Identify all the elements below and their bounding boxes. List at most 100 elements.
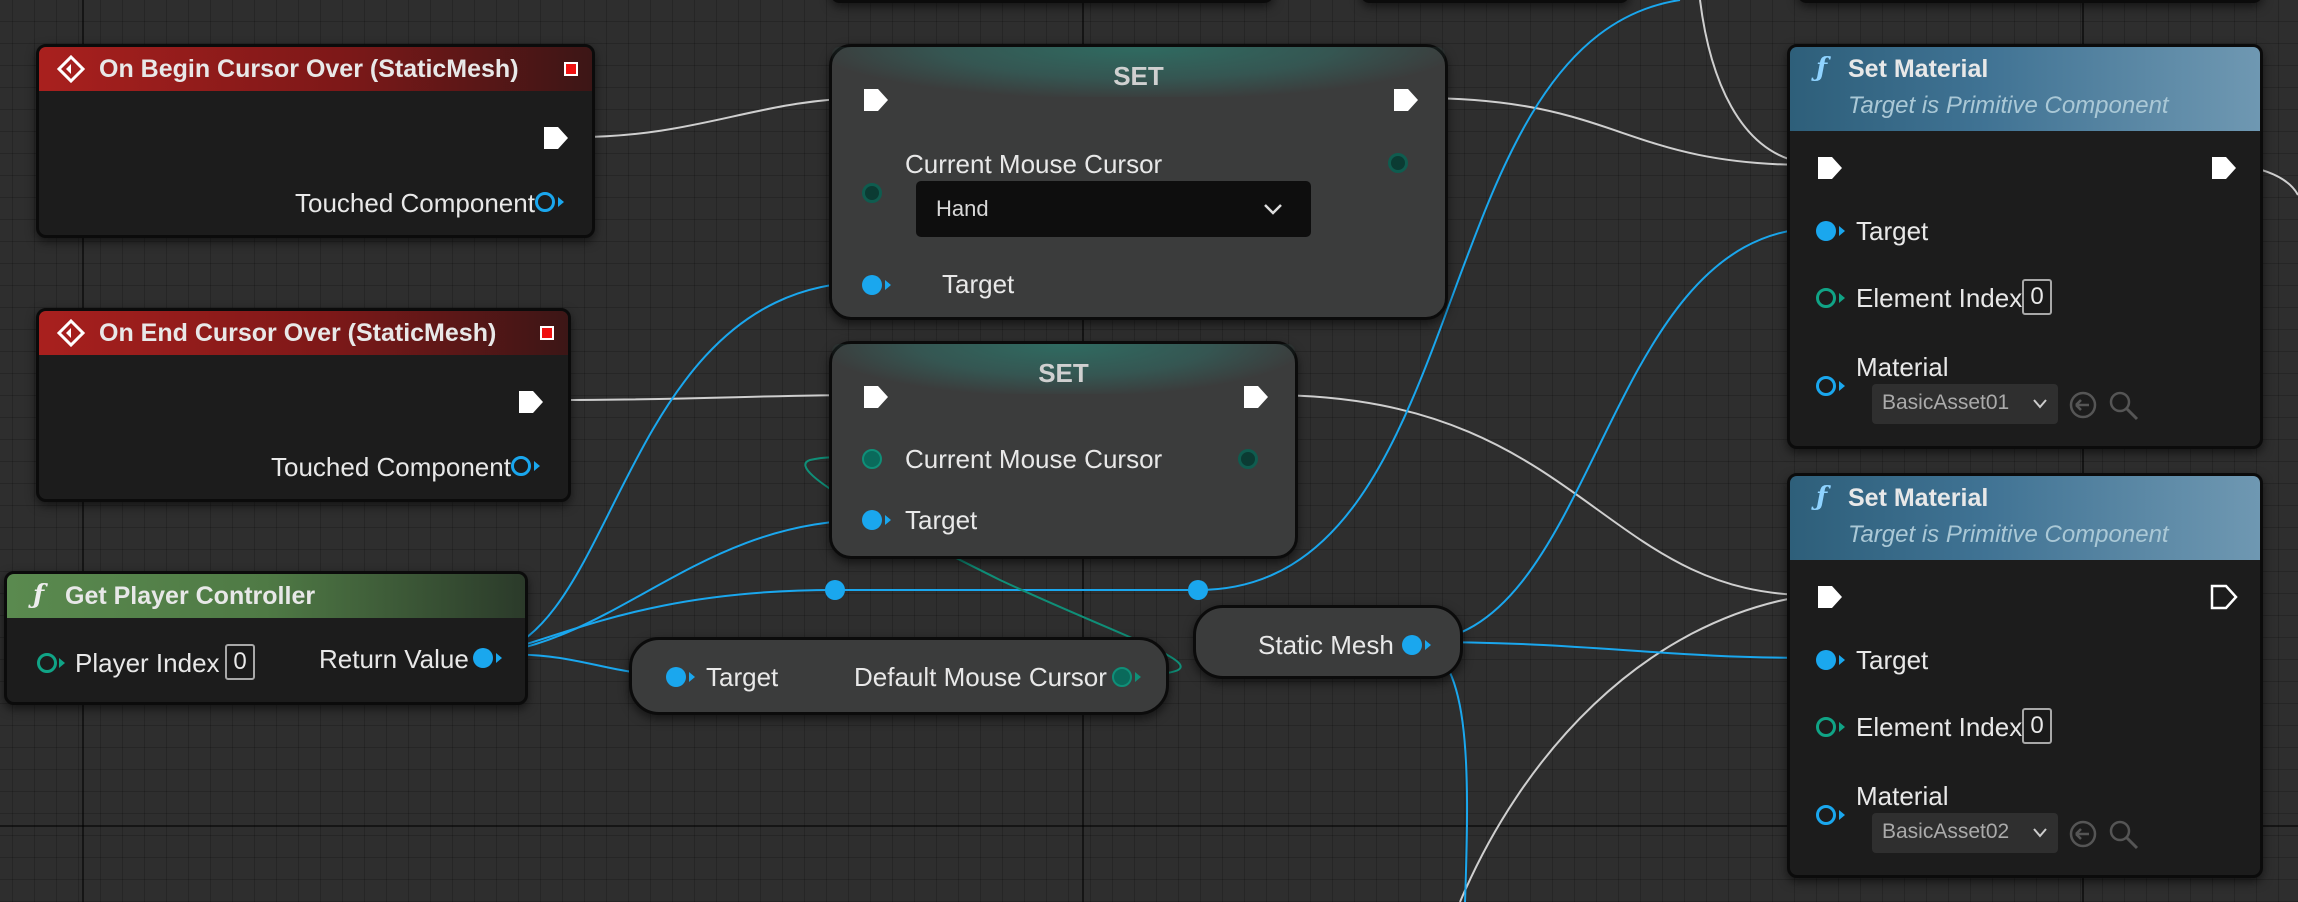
return-value-pin[interactable] <box>473 648 493 668</box>
node-title: Set Material <box>1848 55 1989 83</box>
node-title: On End Cursor Over (StaticMesh) <box>99 319 497 347</box>
pin-label: Touched Component <box>271 452 511 482</box>
node-title: SET <box>1113 61 1164 91</box>
target-pin[interactable] <box>1816 221 1836 241</box>
target-pin[interactable] <box>862 510 882 530</box>
pin-label: Return Value <box>319 644 469 674</box>
function-icon: ƒ <box>1816 482 1828 512</box>
use-selected-icon[interactable] <box>2068 390 2098 420</box>
chevron-down-icon <box>2033 399 2047 409</box>
exec-in-pin[interactable] <box>1816 584 1844 610</box>
object-wire <box>1414 641 1469 902</box>
pin-arrow-icon <box>1839 655 1845 665</box>
function-node-set-material-1[interactable]: ƒ Set Material Target is Primitive Compo… <box>1787 44 2263 449</box>
pin-arrow-icon <box>1839 226 1845 236</box>
material-pin[interactable] <box>1816 376 1836 396</box>
exec-out-pin[interactable] <box>1392 87 1420 113</box>
function-node-get-player-controller[interactable]: ƒ Get Player Controller Player Index 0 R… <box>4 571 528 705</box>
event-node-header: On Begin Cursor Over (StaticMesh) <box>39 47 592 91</box>
material-pin[interactable] <box>1816 805 1836 825</box>
element-index-pin[interactable] <box>1816 288 1836 308</box>
node-title: Set Material <box>1848 484 1989 512</box>
offscreen-node-top[interactable] <box>1360 0 1630 3</box>
exec-wire <box>1267 394 1811 596</box>
function-icon: ƒ <box>1816 53 1828 83</box>
function-node-header: ƒ Set Material Target is Primitive Compo… <box>1790 47 2260 131</box>
node-title: Get Player Controller <box>65 582 316 610</box>
pin-label: Element Index <box>1856 283 2023 313</box>
offscreen-node-top[interactable] <box>1797 0 2263 3</box>
node-title: SET <box>1038 358 1089 388</box>
function-node-set-material-2[interactable]: ƒ Set Material Target is Primitive Compo… <box>1787 473 2263 878</box>
element-index-input[interactable]: 0 <box>2022 279 2052 315</box>
variable-node-static-mesh[interactable]: Static Mesh <box>1193 605 1463 679</box>
exec-in-pin[interactable] <box>862 87 890 113</box>
exec-out-pin[interactable] <box>2210 155 2238 181</box>
player-index-input[interactable]: 0 <box>225 644 255 680</box>
delegate-pin-icon[interactable] <box>564 62 578 76</box>
touched-component-pin[interactable] <box>511 456 531 476</box>
event-node-begin-cursor-over[interactable]: On Begin Cursor Over (StaticMesh) Touche… <box>36 44 595 238</box>
cursor-input-pin[interactable] <box>862 449 882 469</box>
exec-wire <box>552 394 871 401</box>
event-diamond-icon <box>57 319 85 347</box>
pin-label: Player Index <box>75 648 220 678</box>
pin-label: Touched Component <box>295 188 535 218</box>
object-wire <box>484 519 871 656</box>
player-index-pin[interactable] <box>37 653 57 673</box>
exec-out-pin[interactable] <box>2210 584 2238 610</box>
cursor-output-pin[interactable] <box>1388 153 1408 173</box>
exec-wire <box>1417 97 1811 166</box>
pin-arrow-icon <box>689 672 695 682</box>
pin-arrow-icon <box>1839 381 1845 391</box>
node-subtitle: Target is Primitive Component <box>1848 92 2169 119</box>
var-label: Static Mesh <box>1258 630 1394 660</box>
chevron-down-icon <box>2033 828 2047 838</box>
getter-node-default-mouse-cursor[interactable]: Target Default Mouse Cursor <box>629 637 1169 715</box>
exec-in-pin[interactable] <box>1816 155 1844 181</box>
exec-out-pin[interactable] <box>517 389 545 415</box>
pin-arrow-icon <box>496 653 502 663</box>
cursor-input-pin[interactable] <box>862 183 882 203</box>
event-node-end-cursor-over[interactable]: On End Cursor Over (StaticMesh) Touched … <box>36 308 571 502</box>
default-cursor-output-pin[interactable] <box>1112 667 1132 687</box>
exec-in-pin[interactable] <box>862 384 890 410</box>
material-asset-picker[interactable]: BasicAsset02 <box>1872 813 2058 853</box>
exec-out-pin[interactable] <box>542 125 570 151</box>
reroute-knot[interactable] <box>1188 580 1208 600</box>
exec-out-pin[interactable] <box>1242 384 1270 410</box>
set-node-hand[interactable]: SET Current Mouse Cursor Hand Target <box>829 44 1448 320</box>
reroute-knot[interactable] <box>825 580 845 600</box>
cursor-dropdown[interactable]: Hand <box>916 181 1311 237</box>
delegate-pin-icon[interactable] <box>540 326 554 340</box>
pin-arrow-icon <box>1839 722 1845 732</box>
dropdown-value: Hand <box>936 196 989 221</box>
element-index-input[interactable]: 0 <box>2022 708 2052 744</box>
element-index-pin[interactable] <box>1816 717 1836 737</box>
use-selected-icon[interactable] <box>2068 819 2098 849</box>
pin-label: Default Mouse Cursor <box>854 662 1107 692</box>
browse-search-icon[interactable] <box>2108 390 2140 422</box>
set-node-header: SET <box>832 47 1445 97</box>
cursor-output-pin[interactable] <box>1238 449 1258 469</box>
set-node-default[interactable]: SET Current Mouse Cursor Target <box>829 341 1298 559</box>
touched-component-pin[interactable] <box>535 192 555 212</box>
exec-wire <box>1459 594 1811 902</box>
material-asset-picker[interactable]: BasicAsset01 <box>1872 384 2058 424</box>
function-icon: ƒ <box>33 580 45 610</box>
offscreen-node-top[interactable] <box>830 0 1274 3</box>
pin-arrow-icon <box>534 461 540 471</box>
browse-search-icon[interactable] <box>2108 819 2140 851</box>
pin-label: Material <box>1856 781 1949 811</box>
target-pin[interactable] <box>1816 650 1836 670</box>
pin-label: Target <box>1856 216 1929 246</box>
static-mesh-output-pin[interactable] <box>1402 635 1422 655</box>
pure-node-header: ƒ Get Player Controller <box>7 574 525 618</box>
pin-arrow-icon <box>1135 672 1141 682</box>
pin-label: Target <box>905 505 978 535</box>
target-pin[interactable] <box>666 667 686 687</box>
pin-arrow-icon <box>1839 810 1845 820</box>
target-pin[interactable] <box>862 275 882 295</box>
chevron-down-icon <box>1264 204 1282 215</box>
pin-arrow-icon <box>885 515 891 525</box>
